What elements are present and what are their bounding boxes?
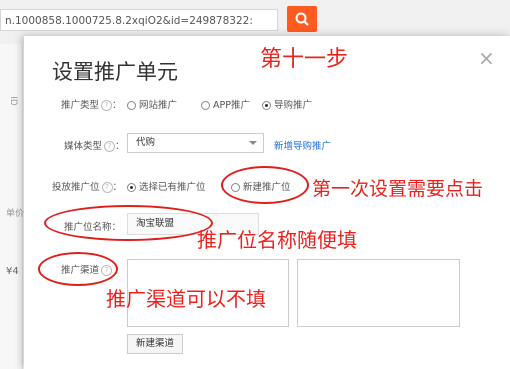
- search-icon: [295, 12, 309, 26]
- annotation-channel-optional: 推广渠道可以不填: [106, 287, 266, 311]
- dialog-title: 设置推广单元: [52, 60, 178, 84]
- chevron-down-icon: [249, 141, 257, 145]
- highlight-ellipse-slot-name: [44, 205, 213, 241]
- media-type-select[interactable]: 代购: [127, 133, 264, 153]
- radio-app-promo[interactable]: APP推广: [201, 97, 250, 111]
- address-bar[interactable]: n.1000858.1000725.8.2xqiO2&id=249878322:: [0, 9, 278, 31]
- background-column-price: 单价: [6, 209, 25, 219]
- annotation-step: 第十一步: [260, 47, 349, 72]
- radio-selected-icon: [127, 183, 136, 192]
- help-icon[interactable]: ?: [101, 182, 113, 193]
- media-type-label: 媒体类型?：: [64, 141, 125, 152]
- add-shopping-guide-link[interactable]: 新增导购推广: [274, 138, 331, 152]
- highlight-ellipse-channel: [38, 252, 118, 286]
- promo-type-label: 推广类型?：: [61, 100, 122, 111]
- help-icon[interactable]: ?: [104, 141, 116, 152]
- help-icon[interactable]: ?: [101, 100, 113, 111]
- annotation-name-any: 推广位名称随便填: [197, 228, 357, 252]
- channel-selected-box[interactable]: [297, 259, 460, 327]
- radio-selected-icon: [262, 101, 271, 110]
- search-button[interactable]: [287, 6, 317, 32]
- slot-label: 投放推广位?：: [52, 182, 123, 193]
- radio-existing-slot[interactable]: 选择已有推广位: [127, 179, 206, 193]
- background-price-value: ¥4: [6, 266, 19, 277]
- radio-shopping-guide-promo[interactable]: 导购推广: [262, 97, 312, 111]
- new-channel-button[interactable]: 新建渠道: [127, 334, 183, 354]
- background-column-id: ID: [7, 96, 18, 106]
- radio-icon: [201, 101, 210, 110]
- annotation-first-time: 第一次设置需要点击: [312, 178, 484, 200]
- highlight-ellipse-new-slot: [221, 166, 309, 204]
- close-icon[interactable]: ×: [478, 46, 495, 70]
- radio-icon: [127, 101, 136, 110]
- radio-website-promo[interactable]: 网站推广: [127, 97, 177, 111]
